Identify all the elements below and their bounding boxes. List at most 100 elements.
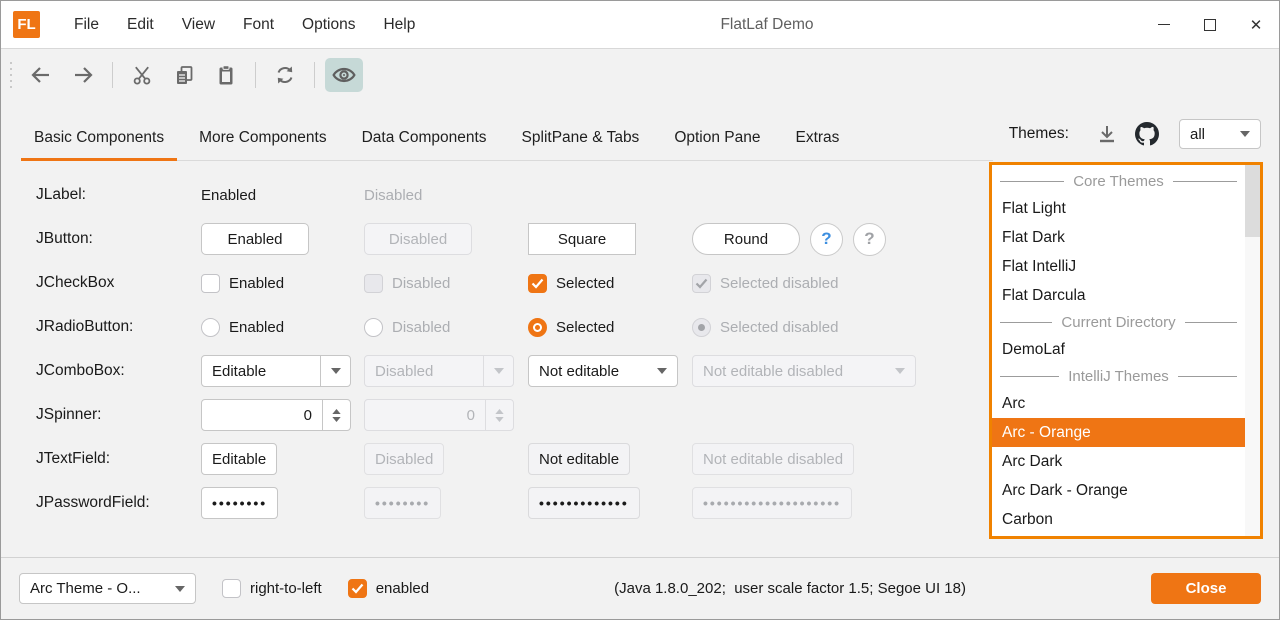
- menu-help[interactable]: Help: [369, 2, 429, 48]
- combobox-value: Not editable disabled: [693, 363, 885, 380]
- toolbar: [1, 49, 1279, 101]
- cell: Selected disabled: [692, 318, 989, 337]
- textfield-not-editable-disabled: Not editable disabled: [692, 443, 854, 475]
- github-button[interactable]: [1131, 119, 1163, 149]
- row-label-jpasswordfield: JPasswordField:: [36, 494, 201, 512]
- enabled-button[interactable]: Enabled: [201, 223, 309, 255]
- close-window-button[interactable]: ✕: [1233, 1, 1279, 48]
- row-label-jspinner: JSpinner:: [36, 406, 201, 424]
- themes-filter-combobox[interactable]: all: [1179, 119, 1261, 149]
- tabs: Basic Components More Components Data Comp…: [21, 101, 993, 161]
- copy-button[interactable]: [165, 58, 203, 92]
- checkbox-box: [201, 274, 220, 293]
- menu-font[interactable]: Font: [229, 2, 288, 48]
- textfield-not-editable: Not editable: [528, 443, 630, 475]
- round-button[interactable]: Round: [692, 223, 800, 255]
- check-icon: [531, 278, 544, 289]
- combobox-not-editable-disabled: Not editable disabled: [692, 355, 916, 387]
- menu-view[interactable]: View: [168, 2, 229, 48]
- help-button[interactable]: ?: [810, 223, 843, 256]
- close-button[interactable]: Close: [1151, 573, 1261, 604]
- theme-item-arc-dark[interactable]: Arc Dark: [992, 447, 1245, 476]
- password-field[interactable]: ••••••••: [201, 487, 278, 519]
- paste-button[interactable]: [207, 58, 245, 92]
- download-themes-button[interactable]: [1091, 119, 1123, 149]
- component-row-jradiobutton: JRadioButton:EnabledDisabledSelectedSele…: [36, 305, 989, 349]
- themes-header: Themes: all: [993, 119, 1279, 161]
- tab-splitpane-tabs[interactable]: SplitPane & Tabs: [509, 129, 653, 160]
- tab-data-components[interactable]: Data Components: [349, 129, 500, 160]
- checkbox-label: Enabled: [229, 275, 284, 292]
- checkbox-selected[interactable]: Selected: [528, 274, 614, 293]
- enabled-checkbox[interactable]: enabled: [348, 579, 429, 598]
- menu-file[interactable]: File: [60, 2, 113, 48]
- combobox-arrow-button[interactable]: [647, 356, 677, 386]
- theme-item-flat-light[interactable]: Flat Light: [992, 194, 1245, 223]
- combobox-arrow-button[interactable]: [320, 356, 350, 386]
- row-label-jcombobox: JComboBox:: [36, 362, 201, 380]
- row-label-jradiobutton: JRadioButton:: [36, 318, 201, 336]
- tab-more-components[interactable]: More Components: [186, 129, 340, 160]
- radio-label: Selected: [556, 319, 614, 336]
- refresh-icon: [274, 64, 296, 86]
- check-icon: [351, 583, 364, 594]
- theme-item-flat-dark[interactable]: Flat Dark: [992, 223, 1245, 252]
- theme-item-arc-dark-orange[interactable]: Arc Dark - Orange: [992, 476, 1245, 505]
- check-icon: [695, 278, 708, 289]
- right-to-left-checkbox[interactable]: right-to-left: [222, 579, 322, 598]
- content: JLabel:EnabledDisabledJButton:EnabledDis…: [1, 161, 1279, 559]
- radio-enabled[interactable]: Enabled: [201, 318, 284, 337]
- themes-scrollbar[interactable]: [1245, 165, 1260, 536]
- tab-basic-components[interactable]: Basic Components: [21, 129, 177, 160]
- toolbar-grip[interactable]: [10, 62, 12, 88]
- combobox-value: Disabled: [365, 363, 483, 380]
- combobox-not-editable[interactable]: Not editable: [528, 355, 678, 387]
- cell: ••••••••: [364, 487, 528, 519]
- spinner-buttons[interactable]: [322, 400, 350, 430]
- checkbox-disabled: Disabled: [364, 274, 450, 293]
- theme-group-label: Core Themes: [1073, 173, 1164, 190]
- show-hover-classes-button[interactable]: [325, 58, 363, 92]
- menu-options[interactable]: Options: [288, 2, 369, 48]
- textfield-editable[interactable]: Editable: [201, 443, 277, 475]
- spinner-buttons: [485, 400, 513, 430]
- maximize-button[interactable]: [1187, 1, 1233, 48]
- square-button[interactable]: Square: [528, 223, 636, 255]
- refresh-button[interactable]: [266, 58, 304, 92]
- theme-item-arc[interactable]: Arc: [992, 389, 1245, 418]
- combobox-editable[interactable]: Editable: [201, 355, 351, 387]
- themes-list: Core Themes Flat LightFlat DarkFlat Intel…: [989, 162, 1263, 539]
- minimize-button[interactable]: [1141, 1, 1187, 48]
- theme-item-demolaf[interactable]: DemoLaf: [992, 335, 1245, 364]
- theme-selector-combobox[interactable]: Arc Theme - O...: [19, 573, 196, 604]
- menu-edit[interactable]: Edit: [113, 2, 168, 48]
- radio-label: Selected disabled: [720, 319, 838, 336]
- theme-item-arc-orange[interactable]: Arc - Orange: [992, 418, 1245, 447]
- cell: Disabled: [364, 274, 528, 293]
- cell: Editable: [201, 443, 364, 475]
- checkbox-label: Selected disabled: [720, 275, 838, 292]
- cell: Enabled: [201, 187, 364, 204]
- scrollbar-thumb[interactable]: [1245, 165, 1260, 237]
- theme-item-carbon[interactable]: Carbon: [992, 505, 1245, 534]
- back-button[interactable]: [22, 58, 60, 92]
- tab-option-pane[interactable]: Option Pane: [661, 129, 773, 160]
- forward-button[interactable]: [64, 58, 102, 92]
- tabstrip: Basic Components More Components Data Comp…: [1, 101, 1279, 161]
- cut-button[interactable]: [123, 58, 161, 92]
- spinner-up-icon: [495, 409, 504, 414]
- cell: Selected: [528, 274, 692, 293]
- tab-extras[interactable]: Extras: [783, 129, 853, 160]
- github-icon: [1135, 122, 1159, 146]
- radio-selected[interactable]: Selected: [528, 318, 614, 337]
- combobox-arrow-button: [885, 356, 915, 386]
- minimize-icon: [1158, 24, 1170, 25]
- disabled-button: Disabled: [364, 223, 472, 255]
- toolbar-separator: [314, 62, 315, 88]
- theme-item-flat-intellij[interactable]: Flat IntelliJ: [992, 252, 1245, 281]
- spinner[interactable]: 0: [201, 399, 351, 431]
- checkbox-enabled[interactable]: Enabled: [201, 274, 284, 293]
- theme-item-flat-darcula[interactable]: Flat Darcula: [992, 281, 1245, 310]
- component-grid: JLabel:EnabledDisabledJButton:EnabledDis…: [1, 161, 989, 559]
- cell: Not editable: [528, 355, 692, 387]
